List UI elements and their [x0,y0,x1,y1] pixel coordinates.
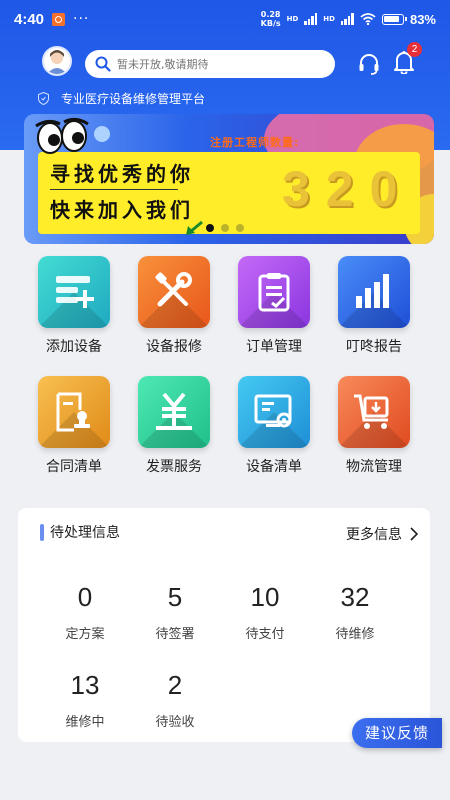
more-notifications-icon: ··· [73,11,90,27]
header-top-row: 2 [0,42,450,80]
grid-label: 添加设备 [46,339,102,355]
clipboard-check-icon [258,273,290,312]
battery-percent: 83% [409,11,436,27]
repair-tools-icon [155,272,192,307]
stat-repairing[interactable]: 13 维修中 [50,670,120,730]
banner-line-2: 快来加入我们 [50,198,194,222]
wifi-icon [360,13,376,25]
contract-seal-icon [56,392,90,432]
grid-item-invoice[interactable]: 发票服务 [124,376,224,476]
grid-label: 订单管理 [246,339,302,355]
carousel-dot-1[interactable] [206,224,214,232]
grid-item-add-device[interactable]: 添加设备 [24,256,124,356]
grid-label: 物流管理 [346,459,402,475]
carousel-dot-2[interactable] [221,224,229,232]
headset-icon[interactable] [357,52,381,76]
grid-item-logistics[interactable]: 物流管理 [324,376,424,476]
signal-icon [304,13,318,25]
grid-label: 叮咚报告 [346,339,402,355]
more-info-link[interactable]: 更多信息 [346,524,418,544]
tagline-text: 专业医疗设备维修管理平台 [61,92,206,106]
signal-icon-2 [340,13,354,25]
platform-tagline: 专业医疗设备维修管理平台 [38,90,205,107]
grid-label: 发票服务 [146,459,202,475]
user-avatar-icon [47,50,67,74]
cartoon-eyes-icon [35,117,89,154]
banner-line-1: 寻找优秀的你 [50,162,194,186]
status-time: 4:40 [14,10,45,28]
stat-to-sign[interactable]: 5 待签署 [140,582,210,642]
invoice-yen-icon [156,392,192,430]
engineer-count-label: 注册工程师数量: [210,136,300,149]
notification-badge: 2 [407,42,422,57]
grid-item-report[interactable]: 叮咚报告 [324,256,424,356]
grid-label: 设备清单 [246,459,302,475]
net-speed: 0.28 KB/s [260,10,281,28]
battery-icon [381,13,407,25]
status-indicators: 0.28 KB/s HD HD 83% [261,10,436,28]
logistics-cart-icon [354,394,389,429]
carousel-dot-3[interactable] [236,224,244,232]
grid-label: 设备报修 [146,339,202,355]
grid-item-repair[interactable]: 设备报修 [124,256,224,356]
grid-item-device-list[interactable]: 设备清单 [224,376,324,476]
pending-info-card: 待处理信息 更多信息 0 定方案 5 待签署 10 待支付 32 待维修 13 … [18,508,430,742]
chevron-right-icon [410,527,418,541]
device-list-icon [254,394,292,428]
grid-item-orders[interactable]: 订单管理 [224,256,324,356]
search-bar[interactable] [85,50,335,78]
stat-to-repair[interactable]: 32 待维修 [320,582,390,642]
status-bar: 4:40 ··· 0.28 KB/s HD HD 83% [0,0,450,38]
bar-chart-icon [356,274,389,308]
hd-label-1: HD [286,15,299,23]
stat-to-accept[interactable]: 2 待验收 [140,670,210,730]
add-device-icon [56,276,94,308]
hd-label-2: HD [323,15,335,23]
grid-item-contracts[interactable]: 合同清单 [24,376,124,476]
stat-plan[interactable]: 0 定方案 [50,582,120,642]
app-notification-icon [52,12,66,26]
grid-label: 合同清单 [46,459,102,475]
search-icon [95,56,111,72]
notifications-button[interactable]: 2 [393,42,422,78]
engineer-count-value: 320 [282,161,414,217]
pending-title: 待处理信息 [40,522,120,542]
carousel-indicator[interactable] [206,224,244,232]
avatar[interactable] [42,46,72,76]
recruit-banner[interactable]: 寻找优秀的你 快来加入我们 注册工程师数量: 320 [24,114,434,244]
feedback-button[interactable]: 建议反馈 [352,718,442,748]
search-input[interactable] [117,57,327,71]
stat-to-pay[interactable]: 10 待支付 [230,582,300,642]
shield-icon [38,92,49,105]
arrow-icon [186,220,203,235]
